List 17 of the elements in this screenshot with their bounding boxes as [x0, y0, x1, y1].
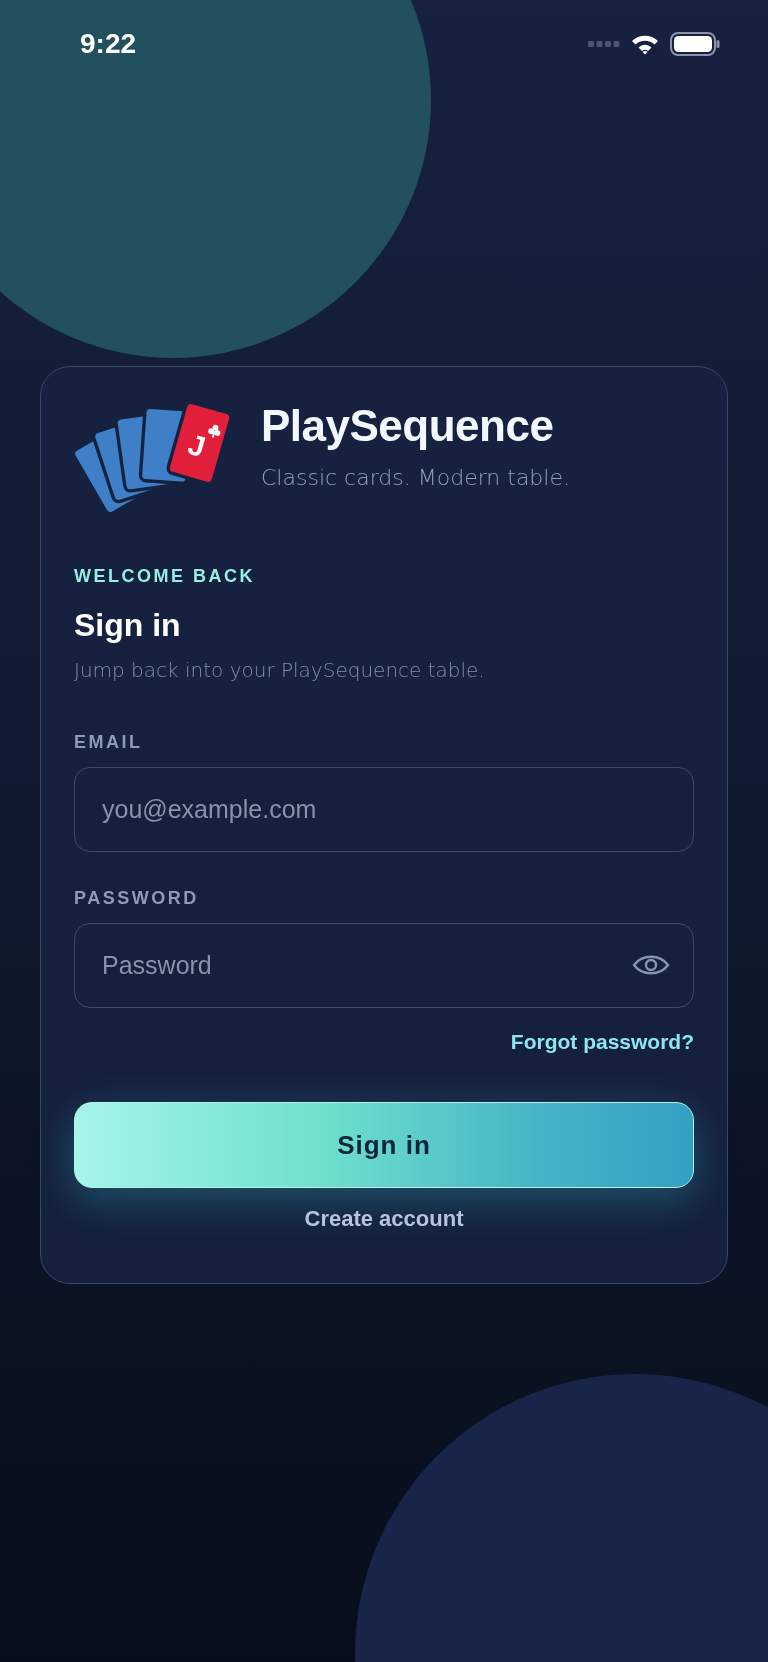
status-time: 9:22 — [80, 28, 137, 60]
signal-icon — [588, 40, 620, 48]
battery-icon — [670, 32, 720, 56]
create-account-link[interactable]: Create account — [304, 1206, 464, 1232]
page-subtitle: Jump back into your PlaySequence table. — [74, 658, 485, 682]
app-tagline: Classic cards. Modern table. — [261, 465, 570, 490]
sign-in-button[interactable]: Sign in — [74, 1102, 694, 1188]
password-field[interactable]: Password — [74, 923, 694, 1008]
app-name: PlaySequence — [261, 401, 555, 451]
page-title: Sign in — [74, 607, 181, 644]
welcome-label: WELCOME BACK — [74, 566, 255, 587]
wifi-icon — [630, 33, 660, 55]
field-label: EMAIL — [74, 732, 143, 753]
eye-icon[interactable] — [632, 953, 670, 977]
forgot-password-link[interactable]: Forgot password? — [510, 1030, 694, 1054]
field-label: PASSWORD — [74, 888, 199, 909]
email-field[interactable]: you@example.com — [74, 767, 694, 852]
